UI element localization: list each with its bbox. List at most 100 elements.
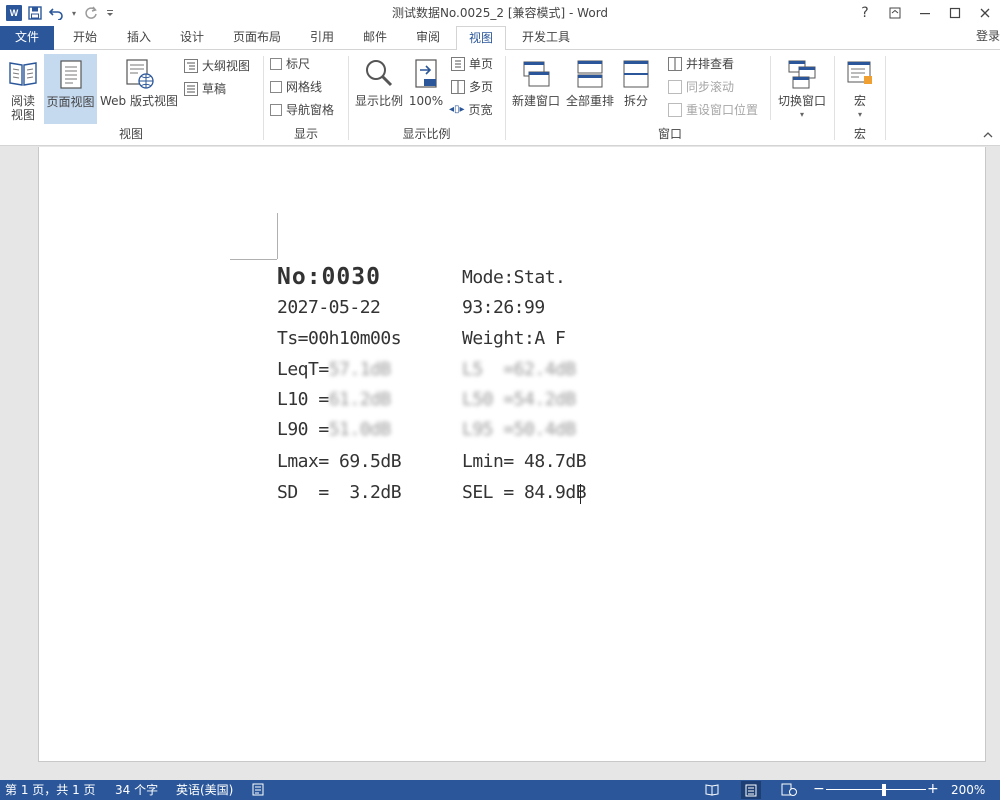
zoom-100-button[interactable]: 100%	[407, 54, 445, 124]
maximize-button[interactable]	[940, 0, 970, 26]
draft-button[interactable]: 草稿	[184, 79, 226, 99]
one-page-label: 单页	[469, 57, 494, 71]
collapse-ribbon-icon[interactable]	[982, 129, 994, 141]
read-mode-view-icon[interactable]	[705, 783, 719, 799]
web-layout-label: Web 版式视图	[100, 94, 178, 108]
tab-home[interactable]: 开始	[60, 26, 110, 50]
tab-developer[interactable]: 开发工具	[512, 26, 580, 50]
page-width-label: 页宽	[468, 103, 493, 117]
macros-label: 宏	[853, 94, 866, 108]
gridlines-checkbox[interactable]: 网格线	[270, 77, 322, 97]
outline-button[interactable]: 大纲视图	[184, 56, 250, 76]
tab-insert[interactable]: 插入	[114, 26, 164, 50]
tab-view[interactable]: 视图	[456, 26, 506, 51]
web-layout-icon	[124, 58, 154, 90]
l90-value: 51.0dB	[328, 419, 392, 440]
undo-icon[interactable]	[48, 4, 66, 22]
zoom-out-button[interactable]: −	[813, 781, 825, 797]
zoom-button[interactable]: 显示比例	[352, 54, 406, 124]
ruler-check-box[interactable]	[270, 58, 282, 70]
read-mode-label-line2: 视图	[10, 108, 35, 122]
macro-recording-icon[interactable]	[252, 783, 264, 799]
gridlines-label: 网格线	[286, 80, 323, 94]
page-count[interactable]: 第 1 页，共 1 页	[5, 782, 96, 798]
zoom-slider-track[interactable]	[826, 789, 926, 790]
ribbon-display-options-button[interactable]	[880, 0, 910, 26]
ruler-checkbox[interactable]: 标尺	[270, 54, 310, 74]
gridlines-check-box[interactable]	[270, 81, 282, 93]
redo-icon[interactable]	[82, 4, 100, 22]
zoom-level[interactable]: 200%	[951, 782, 985, 798]
tab-file[interactable]: 文件	[0, 26, 54, 50]
web-layout-button[interactable]: Web 版式视图	[98, 54, 180, 124]
print-layout-view-icon[interactable]	[741, 781, 761, 799]
customize-qat-icon[interactable]	[104, 4, 116, 22]
tab-mailings[interactable]: 邮件	[351, 26, 399, 50]
l95-line: L95 =50.4dB	[462, 419, 576, 440]
l5-line: L5 =62.4dB	[462, 359, 576, 380]
new-window-button[interactable]: 新建窗口	[508, 54, 564, 124]
close-button[interactable]	[970, 0, 1000, 26]
macros-icon	[845, 58, 875, 90]
one-page-button[interactable]: 单页	[451, 54, 493, 74]
leqt-label: LeqT=	[277, 359, 329, 380]
reset-window-position-button[interactable]: 重设窗口位置	[668, 100, 758, 120]
word-count[interactable]: 34 个字	[115, 782, 158, 798]
sign-in-link[interactable]: 登录	[976, 26, 1000, 50]
navigation-pane-check-box[interactable]	[270, 104, 282, 116]
l10-line: L10 =61.2dB	[277, 389, 391, 410]
synchronous-scrolling-button[interactable]: 同步滚动	[668, 77, 734, 97]
switch-windows-button[interactable]: 切换窗口 ▾	[774, 54, 830, 124]
print-layout-button[interactable]: 页面视图	[44, 54, 97, 124]
read-mode-button[interactable]: 阅读 视图	[4, 54, 42, 124]
draft-icon	[184, 82, 198, 96]
outline-icon	[184, 59, 198, 73]
switch-windows-icon	[787, 58, 817, 90]
read-mode-icon	[8, 58, 38, 90]
language-indicator[interactable]: 英语(美国)	[176, 782, 233, 798]
word-app-icon[interactable]: W	[6, 5, 22, 21]
web-layout-view-icon[interactable]	[781, 783, 797, 799]
l50-label: L50 =	[462, 389, 514, 410]
arrange-all-button[interactable]: 全部重排	[564, 54, 616, 124]
zoom-slider-thumb[interactable]	[882, 784, 886, 796]
magnifier-icon	[364, 58, 394, 90]
views-group-label: 视图	[118, 127, 143, 141]
tab-design[interactable]: 设计	[167, 26, 217, 50]
undo-dropdown-icon[interactable]: ▾	[70, 4, 78, 22]
minimize-button[interactable]	[910, 0, 940, 26]
view-side-by-side-label: 并排查看	[686, 57, 735, 71]
document-page[interactable]: No:0030 Mode:Stat. 2027-05-22 93:26:99 T…	[38, 147, 986, 762]
l5-label: L5 =	[462, 359, 514, 380]
zoom-in-button[interactable]: +	[927, 781, 939, 797]
title-bar: W ▾ 测试数据No.0025_2 [兼容模式] - Word ?	[0, 0, 1000, 26]
chevron-down-icon: ▾	[799, 110, 804, 119]
tab-review[interactable]: 审阅	[404, 26, 452, 50]
macros-button[interactable]: 宏 ▾	[839, 54, 881, 124]
save-icon[interactable]	[26, 4, 44, 22]
l95-value: 50.4dB	[513, 419, 577, 440]
l10-value: 61.2dB	[328, 389, 392, 410]
ribbon-tabs: 文件 开始 插入 设计 页面布局 引用 邮件 审阅 视图 开发工具 登录	[0, 26, 1000, 51]
reset-position-icon	[668, 103, 682, 117]
l50-value: 54.2dB	[513, 389, 577, 410]
split-button[interactable]: 拆分	[616, 54, 656, 124]
split-label: 拆分	[623, 94, 648, 108]
read-mode-label-line1: 阅读	[10, 94, 35, 108]
group-zoom: 显示比例 100% 单页 多页 ◂▯▸ 页宽 显示比例	[349, 52, 504, 144]
zoom-100-label: 100%	[408, 94, 444, 108]
multiple-pages-button[interactable]: 多页	[451, 77, 493, 97]
view-side-by-side-button[interactable]: 并排查看	[668, 54, 734, 74]
navigation-pane-checkbox[interactable]: 导航窗格	[270, 100, 334, 120]
tab-page-layout[interactable]: 页面布局	[224, 26, 290, 50]
sync-scroll-icon	[668, 80, 682, 94]
ruler-label: 标尺	[286, 57, 311, 71]
window-controls: ?	[850, 0, 1000, 26]
page-width-button[interactable]: ◂▯▸ 页宽	[449, 100, 493, 120]
help-button[interactable]: ?	[850, 0, 880, 26]
arrange-all-icon	[575, 58, 605, 90]
tab-references[interactable]: 引用	[298, 26, 346, 50]
reset-window-position-label: 重设窗口位置	[686, 103, 759, 117]
quick-access-toolbar: W ▾	[6, 3, 116, 23]
lmax-text: Lmax= 69.5dB	[277, 451, 402, 472]
